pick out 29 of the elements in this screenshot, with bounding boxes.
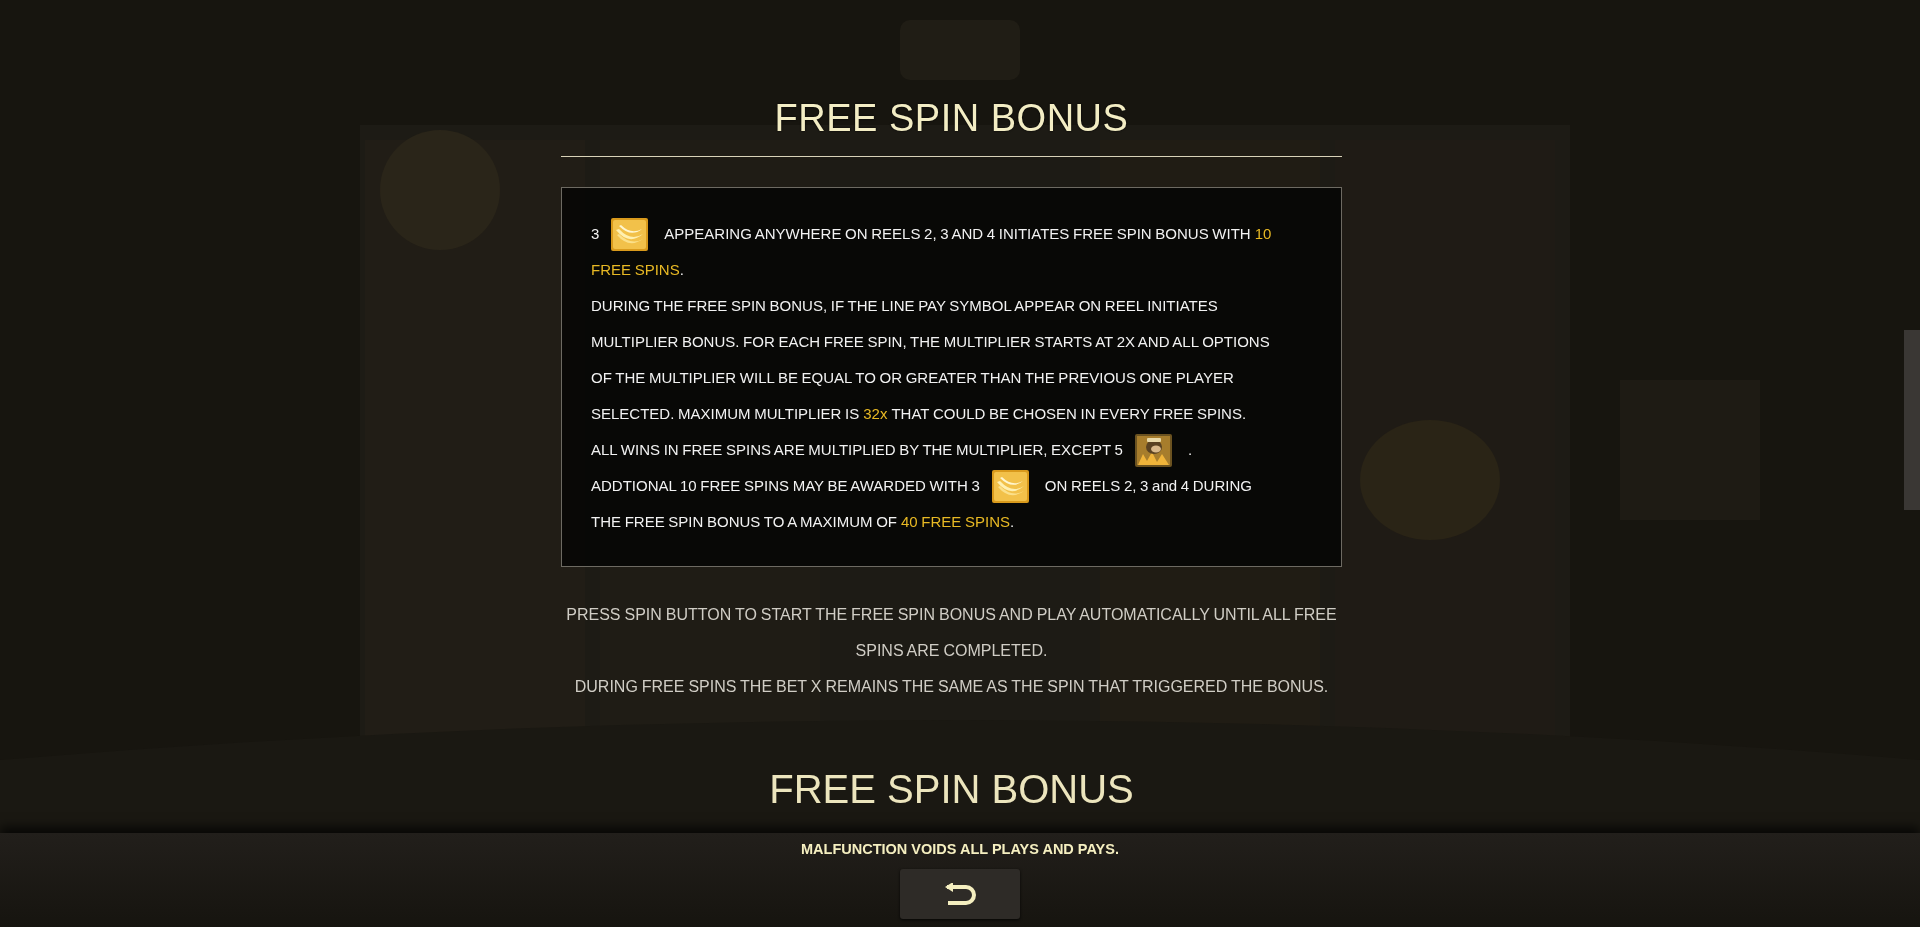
rule-text: 3 xyxy=(591,225,600,243)
back-button[interactable] xyxy=(900,869,1020,919)
highlight-text: 32x xyxy=(863,405,888,423)
return-arrow-icon xyxy=(944,883,976,905)
note-text: DURING FREE SPINS THE BET X REMAINS THE SAME AS THE SPIN THAT TRIGGERED THE BONUS. xyxy=(574,677,1329,697)
rule-text: MULTIPLIER BONUS. FOR EACH FREE SPIN, THE MULTIPLIER STARTS AT 2X AND ALL OPTIONS xyxy=(591,333,1270,351)
monkey-icon xyxy=(1134,433,1172,467)
rule-text: THE FREE SPIN BONUS TO A MAXIMUM OF xyxy=(591,513,897,531)
rule-text: . xyxy=(1187,441,1193,459)
banana-icon xyxy=(991,469,1029,503)
section-title: FREE SPIN BONUS xyxy=(769,767,1134,811)
rule-text: ON REELS 2, 3 and 4 DURING xyxy=(1044,477,1252,495)
banana-icon xyxy=(611,217,649,251)
note-text: SPINS ARE COMPLETED. xyxy=(855,641,1048,661)
rule-text: SELECTED. MAXIMUM MULTIPLIER IS xyxy=(591,405,860,423)
rule-text: . xyxy=(679,261,684,279)
rule-text: ADDTIONAL 10 FREE SPINS MAY BE AWARDED WITH 3 xyxy=(591,477,980,495)
section-title: FREE SPIN BONUS xyxy=(774,96,1129,140)
rule-text: DURING THE FREE SPIN BONUS, IF THE LINE PAY SYMBOL APPEAR ON REEL INITIATES xyxy=(591,297,1218,315)
highlight-text: 10 xyxy=(1254,225,1272,243)
rule-text: ALL WINS IN FREE SPINS ARE MULTIPLIED BY THE MULTIPLIER, EXCEPT 5 xyxy=(591,441,1123,459)
highlight-text: FREE SPINS xyxy=(591,261,680,279)
rule-text: APPEARING ANYWHERE ON REELS 2, 3 AND 4 INITIATES FREE SPIN BONUS WITH xyxy=(664,225,1251,243)
disclaimer-text: MALFUNCTION VOIDS ALL PLAYS AND PAYS. xyxy=(801,841,1119,857)
rule-text: OF THE MULTIPLIER WILL BE EQUAL TO OR GREATER THAN THE PREVIOUS ONE PLAYER xyxy=(591,369,1234,387)
scrollbar[interactable] xyxy=(1904,330,1920,510)
note-text: PRESS SPIN BUTTON TO START THE FREE SPIN BONUS AND PLAY AUTOMATICALLY UNTIL ALL FREE xyxy=(566,605,1337,625)
rule-text: . xyxy=(1010,513,1015,531)
rule-text: THAT COULD BE CHOSEN IN EVERY FREE SPINS. xyxy=(891,405,1247,423)
